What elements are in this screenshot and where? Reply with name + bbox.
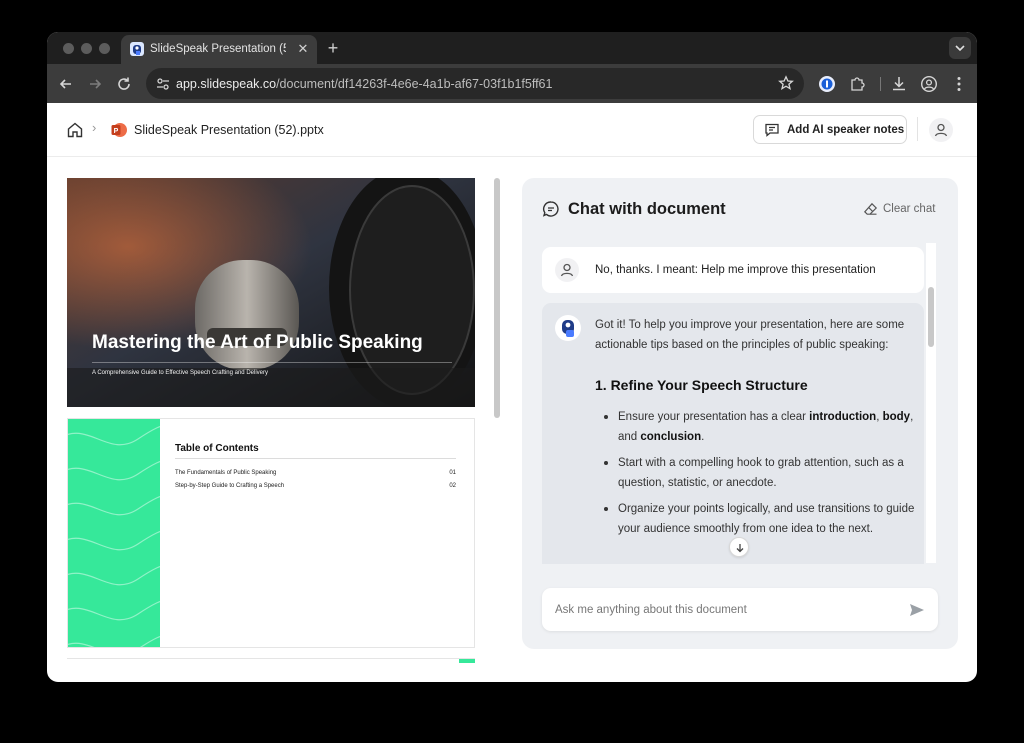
chat-scrollbar[interactable]: [926, 243, 936, 563]
new-tab-button[interactable]: +: [323, 38, 343, 58]
speaker-notes-label: Add AI speaker notes: [787, 124, 905, 136]
slide2-accent-band: [68, 419, 189, 647]
tab-close-icon[interactable]: ✕: [295, 41, 311, 57]
bookmark-star-icon[interactable]: [778, 75, 794, 91]
eraser-icon: [863, 202, 878, 217]
profile-icon[interactable]: [920, 75, 938, 93]
toc-row: The Fundamentals of Public Speaking 01: [175, 470, 456, 476]
slide3-accent: [459, 659, 475, 663]
browser-tab[interactable]: SlideSpeak Presentation (52) ✕: [121, 35, 317, 64]
assistant-message: Got it! To help you improve your present…: [542, 303, 924, 564]
tab-title: SlideSpeak Presentation (52): [150, 43, 286, 55]
forward-button[interactable]: [85, 74, 105, 94]
toc-row: Step-by-Step Guide to Crafting a Speech …: [175, 483, 456, 489]
download-icon[interactable]: [890, 75, 908, 93]
header-divider: [917, 117, 918, 141]
scroll-to-bottom-button[interactable]: [729, 537, 749, 557]
send-button[interactable]: [908, 601, 926, 619]
assistant-avatar-icon: [555, 315, 581, 341]
slide-thumbnail-1[interactable]: Mastering the Art of Public Speaking A C…: [67, 178, 475, 407]
slide-thumbnail-3[interactable]: [67, 658, 475, 663]
user-icon: [934, 123, 948, 137]
slide1-subtitle: A Comprehensive Guide to Effective Speec…: [92, 370, 268, 376]
home-icon[interactable]: [66, 121, 84, 139]
toc-row-number: 01: [449, 470, 456, 476]
user-message-text: No, thanks. I meant: Help me improve thi…: [595, 264, 876, 276]
reload-button[interactable]: [114, 74, 134, 94]
toc-row-label: The Fundamentals of Public Speaking: [175, 470, 277, 476]
toolbar-divider: [880, 77, 881, 91]
tab-search-button[interactable]: [949, 37, 971, 59]
list-item: Ensure your presentation has a clear int…: [595, 407, 917, 447]
arrow-right-icon: [90, 79, 102, 89]
toc-row-label: Step-by-Step Guide to Crafting a Speech: [175, 483, 285, 489]
slidespeak-favicon-icon: [130, 42, 144, 56]
toc-divider: [175, 458, 456, 459]
tab-strip: SlideSpeak Presentation (52) ✕ +: [47, 32, 977, 64]
url-text: app.slidespeak.co/document/df14263f-4e6e…: [176, 77, 552, 91]
chat-input-box: [542, 588, 938, 631]
powerpoint-file-icon: P: [111, 122, 127, 138]
scrollbar-thumb[interactable]: [494, 178, 500, 418]
user-avatar-icon: [555, 258, 579, 282]
add-ai-speaker-notes-button[interactable]: Add AI speaker notes: [753, 115, 907, 144]
chat-title: Chat with document: [568, 200, 726, 218]
url-path: /document/df14263f-4e6e-4a1b-af67-03f1b1…: [276, 77, 553, 91]
slide-list: Mastering the Art of Public Speaking A C…: [67, 178, 475, 663]
assistant-section-heading: 1. Refine Your Speech Structure: [595, 377, 808, 393]
assistant-intro-text: Got it! To help you improve your present…: [595, 319, 905, 351]
password-manager-icon[interactable]: [818, 75, 836, 93]
user-message: No, thanks. I meant: Help me improve thi…: [542, 247, 924, 293]
list-item: Start with a compelling hook to grab att…: [595, 453, 917, 493]
toc-row-number: 02: [449, 483, 456, 489]
chevron-down-icon: [955, 45, 965, 52]
speaker-notes-icon: [764, 122, 780, 138]
minimize-window-dot[interactable]: [81, 43, 92, 54]
address-bar[interactable]: app.slidespeak.co/document/df14263f-4e6e…: [146, 68, 804, 99]
wave-pattern: [68, 423, 189, 647]
slide-list-scrollbar[interactable]: [493, 178, 501, 666]
chat-input[interactable]: [555, 600, 895, 620]
breadcrumb-separator: ›: [92, 120, 97, 135]
clear-chat-button[interactable]: Clear chat: [863, 201, 943, 219]
back-button[interactable]: [56, 74, 76, 94]
list-item: Organize your points logically, and use …: [595, 499, 917, 539]
arrow-left-icon: [59, 79, 71, 89]
browser-toolbar: app.slidespeak.co/document/df14263f-4e6e…: [47, 64, 977, 103]
chat-bubble-icon: [542, 200, 560, 218]
chat-messages: No, thanks. I meant: Help me improve thi…: [542, 247, 928, 564]
site-info-icon[interactable]: [154, 75, 172, 93]
browser-window: SlideSpeak Presentation (52) ✕ + app.sli…: [47, 32, 977, 682]
slide1-divider: [92, 362, 452, 363]
extensions-puzzle-icon[interactable]: [848, 75, 866, 93]
slide1-title: Mastering the Art of Public Speaking: [92, 332, 423, 353]
kebab-menu-icon[interactable]: [950, 75, 968, 93]
maximize-window-dot[interactable]: [99, 43, 110, 54]
send-icon: [910, 604, 924, 616]
slide-thumbnail-2[interactable]: Table of Contents The Fundamentals of Pu…: [67, 418, 475, 648]
svg-text:P: P: [114, 128, 119, 135]
reload-icon: [118, 77, 130, 90]
close-window-dot[interactable]: [63, 43, 74, 54]
scrollbar-thumb[interactable]: [928, 287, 934, 347]
chat-panel: Chat with document Clear chat No, thanks…: [522, 178, 958, 649]
assistant-bullet-list: Ensure your presentation has a clear int…: [595, 407, 917, 545]
app-header: › P SlideSpeak Presentation (52).pptx Ad…: [47, 103, 977, 157]
arrow-down-icon: [736, 544, 744, 553]
user-menu-button[interactable]: [929, 118, 953, 142]
toc-title: Table of Contents: [175, 443, 259, 454]
url-host: app.slidespeak.co: [176, 77, 277, 91]
document-filename: SlideSpeak Presentation (52).pptx: [134, 123, 324, 137]
clear-chat-label: Clear chat: [883, 203, 936, 215]
